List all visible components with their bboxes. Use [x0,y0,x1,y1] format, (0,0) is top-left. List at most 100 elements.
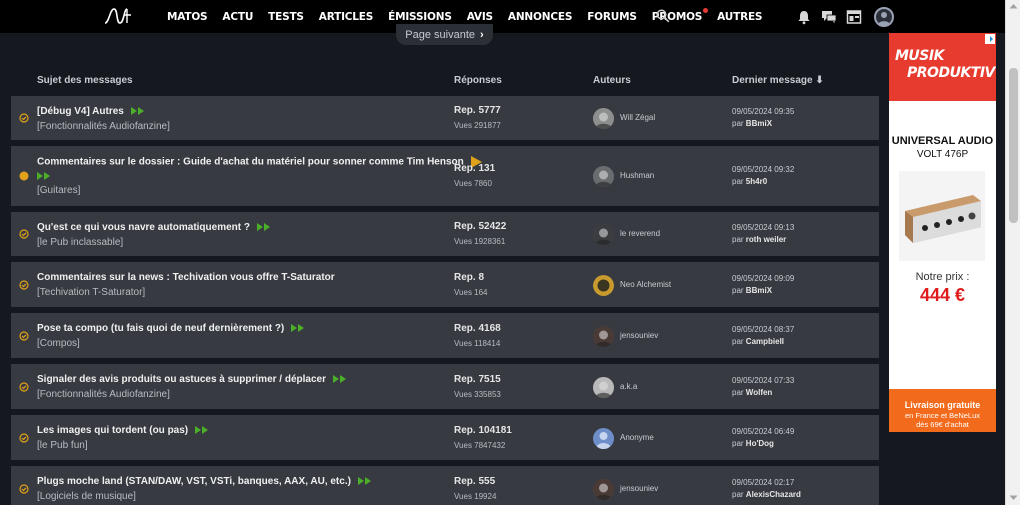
column-header-replies: Réponses [454,75,502,86]
last-message-date[interactable]: 09/05/2024 02:17 [732,478,794,487]
topic-row[interactable]: Pose ta compo (tu fais quoi de neuf dern… [11,313,879,358]
last-message-date[interactable]: 09/05/2024 09:09 [732,274,794,283]
user-avatar[interactable] [874,7,894,27]
last-message-by-prefix: par [732,119,744,128]
author-name-link[interactable]: Hushman [620,171,654,180]
topic-row[interactable]: Commentaires sur le dossier : Guide d'ac… [11,146,879,206]
menu-item-autres[interactable]: AUTRES [717,11,762,23]
fast-forward-icon[interactable] [195,425,209,435]
audiofanzine-logo-icon[interactable] [103,5,133,27]
last-message-author[interactable]: par BBmiX [732,286,772,295]
menu-item-matos[interactable]: MATOS [167,11,208,23]
messages-icon[interactable] [821,9,837,25]
author-avatar-image-icon [593,427,614,449]
last-message-author[interactable]: par Wolfen [732,388,772,397]
topic-title-link[interactable]: Qu'est ce qui vous navre automatiquement… [37,222,271,233]
topic-row[interactable]: Commentaires sur la news : Techivation v… [11,262,879,307]
audio-interface-product-icon [899,171,985,261]
read-check-icon [19,113,29,123]
topic-title-link[interactable]: Les images qui tordent (ou pas) [37,425,209,436]
menu-item-emissions[interactable]: ÉMISSIONS [388,11,452,23]
scroll-down-arrow-icon[interactable] [1009,495,1018,501]
last-message-date[interactable]: 09/05/2024 09:32 [732,165,794,174]
read-check-icon [19,330,29,341]
topic-title-text: Pose ta compo (tu fais quoi de neuf dern… [37,323,285,334]
author-avatar[interactable] [593,108,614,129]
last-message-author[interactable]: par 5h4r0 [732,177,767,186]
dashboard-icon[interactable] [846,9,862,25]
author-avatar[interactable] [593,274,614,296]
topic-title-link[interactable]: Plugs moche land (STAN/DAW, VST, VSTi, b… [37,476,372,487]
menu-item-tests[interactable]: TESTS [268,11,304,23]
last-message-date[interactable]: 09/05/2024 07:33 [732,376,794,385]
last-message-date[interactable]: 09/05/2024 09:13 [732,223,794,232]
fast-forward-icon[interactable] [256,222,271,232]
column-header-last-message[interactable]: Dernier message ⬇ [732,75,824,86]
read-check-icon [19,381,29,392]
author-name-link[interactable]: Will Zégal [620,113,655,122]
author-avatar[interactable] [593,427,614,449]
topic-forum-link[interactable]: [Fonctionnalités Audiofanzine] [37,121,170,132]
topic-forum-link[interactable]: [Guitares] [37,185,80,196]
author-name-link[interactable]: a.k.a [620,382,637,391]
scroll-up-arrow-icon[interactable] [1009,3,1018,9]
topic-row[interactable]: [Débug V4] Autres [Fonctionnalités Audiof… [11,96,879,140]
last-message-date[interactable]: 09/05/2024 09:35 [732,107,794,116]
fast-forward-icon[interactable] [130,106,145,116]
last-message-by-prefix: par [732,438,744,448]
fast-forward-icon[interactable] [357,476,372,486]
menu-item-avis[interactable]: AVIS [467,11,493,23]
topic-forum-link[interactable]: [Techivation T-Saturator] [37,287,145,298]
topic-row[interactable]: Qu'est ce qui vous navre automatiquement… [11,212,879,256]
menu-item-annonces[interactable]: ANNONCES [508,11,572,23]
topic-title-link[interactable]: Pose ta compo (tu fais quoi de neuf dern… [37,323,305,334]
author-name-link[interactable]: le reverend [620,229,660,238]
author-avatar[interactable] [593,478,614,500]
last-message-date[interactable]: 09/05/2024 08:37 [732,325,794,334]
fast-forward-icon[interactable] [291,323,305,333]
author-avatar[interactable] [593,376,614,398]
author-avatar[interactable] [593,224,614,245]
last-message-author[interactable]: par BBmiX [732,119,772,128]
topic-row[interactable]: Plugs moche land (STAN/DAW, VST, VSTi, b… [11,466,879,505]
reply-count: Rep. 5777 [454,105,501,116]
ad-choices-icon[interactable] [985,34,995,44]
last-message-author[interactable]: par AlexisChazard [732,490,801,499]
search-icon[interactable] [656,9,670,23]
fast-forward-icon[interactable] [37,171,51,181]
menu-item-articles[interactable]: ARTICLES [319,11,374,23]
author-avatar[interactable] [593,325,614,347]
topic-title-link[interactable]: [Débug V4] Autres [37,106,145,117]
last-message-author-name: Campbiell [745,336,785,346]
topic-row[interactable]: Signaler des avis produits ou astuces à … [11,364,879,409]
advertisement[interactable]: MUSIK PRODUKTIV UNIVERSAL AUDIO VOLT 476… [889,33,996,432]
topic-forum-link[interactable]: [Fonctionnalités Audiofanzine] [37,389,170,400]
fast-forward-icon[interactable] [333,374,347,384]
topic-row[interactable]: Les images qui tordent (ou pas) [le Pub f… [11,415,879,460]
topic-title-link[interactable]: Commentaires sur le dossier : Guide d'ac… [37,156,482,168]
author-avatar[interactable] [593,166,614,187]
scrollbar-thumb[interactable] [1009,68,1018,223]
last-message-author[interactable]: par Campbiell [732,337,784,346]
topic-forum-link[interactable]: [Compos] [37,338,80,349]
last-message-author[interactable]: par Ho'Dog [732,439,774,448]
topic-forum-link[interactable]: [le Pub fun] [37,440,88,451]
next-page-button[interactable]: Page suivante › [396,24,493,45]
author-name-link[interactable]: jensouniev [620,331,658,340]
author-name-link[interactable]: jensouniev [620,484,658,493]
author-name-link[interactable]: Anonyme [620,433,654,442]
last-message-by-prefix: par [732,177,744,186]
last-message-author[interactable]: par roth weiler [732,235,786,244]
topic-forum-link[interactable]: [le Pub inclassable] [37,237,123,248]
topic-title-link[interactable]: Commentaires sur la news : Techivation v… [37,272,335,283]
page-scrollbar[interactable] [1005,0,1020,505]
bell-icon[interactable] [796,9,812,25]
menu-item-forums[interactable]: FORUMS [587,11,637,23]
topic-title-link[interactable]: Signaler des avis produits ou astuces à … [37,374,347,385]
last-message-by-prefix: par [732,285,744,295]
user-tools [796,6,894,28]
topic-forum-link[interactable]: [Logiciels de musique] [37,491,136,502]
last-message-date[interactable]: 09/05/2024 06:49 [732,427,794,436]
menu-item-actu[interactable]: ACTU [222,11,253,23]
author-name-link[interactable]: Neo Alchemist [620,280,671,289]
